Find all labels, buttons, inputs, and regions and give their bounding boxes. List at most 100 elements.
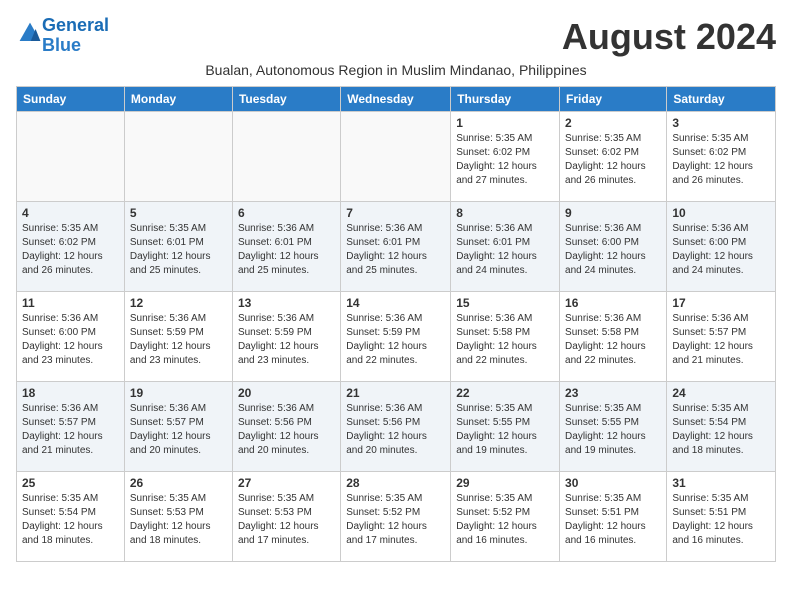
day-number: 5 [130,206,227,220]
day-info: Sunrise: 5:36 AMSunset: 5:58 PMDaylight:… [565,312,661,368]
day-info: Sunrise: 5:36 AMSunset: 6:01 PMDaylight:… [346,222,445,278]
calendar-day-31: 31 Sunrise: 5:35 AMSunset: 5:51 PMDayligh… [667,472,776,562]
day-number: 9 [565,206,661,220]
day-info: Sunrise: 5:35 AMSunset: 5:54 PMDaylight:… [672,402,770,458]
day-number: 31 [672,476,770,490]
day-info: Sunrise: 5:35 AMSunset: 6:02 PMDaylight:… [672,132,770,188]
day-of-week-monday: Monday [124,87,232,112]
day-info: Sunrise: 5:36 AMSunset: 6:00 PMDaylight:… [565,222,661,278]
day-number: 15 [456,296,554,310]
day-number: 22 [456,386,554,400]
calendar-day-6: 6 Sunrise: 5:36 AMSunset: 6:01 PMDaylight… [232,202,340,292]
day-of-week-wednesday: Wednesday [341,87,451,112]
calendar-day-26: 26 Sunrise: 5:35 AMSunset: 5:53 PMDayligh… [124,472,232,562]
day-info: Sunrise: 5:36 AMSunset: 6:01 PMDaylight:… [456,222,554,278]
calendar-day-29: 29Sunrise: 5:35 AMSunset: 5:52 PMDayligh… [451,472,560,562]
logo: General Blue [16,16,109,56]
day-info: Sunrise: 5:35 AMSunset: 6:02 PMDaylight:… [456,132,554,188]
calendar-day-18: 18 Sunrise: 5:36 AMSunset: 5:57 PMDayligh… [17,382,125,472]
calendar-day-empty [232,112,340,202]
page-header: General Blue August 2024 [16,16,776,58]
calendar-day-24: 24Sunrise: 5:35 AMSunset: 5:54 PMDayligh… [667,382,776,472]
calendar-day-17: 17 Sunrise: 5:36 AMSunset: 5:57 PMDayligh… [667,292,776,382]
calendar-week-row: 1 Sunrise: 5:35 AMSunset: 6:02 PMDaylight… [17,112,776,202]
calendar-day-12: 12Sunrise: 5:36 AMSunset: 5:59 PMDayligh… [124,292,232,382]
day-number: 21 [346,386,445,400]
day-info: Sunrise: 5:36 AMSunset: 5:56 PMDaylight:… [238,402,335,458]
day-info: Sunrise: 5:35 AMSunset: 5:51 PMDaylight:… [672,492,770,548]
month-title: August 2024 [562,16,776,58]
day-info: Sunrise: 5:35 AMSunset: 5:54 PMDaylight:… [22,492,119,548]
calendar-week-row: 25 Sunrise: 5:35 AMSunset: 5:54 PMDayligh… [17,472,776,562]
calendar-day-23: 23 Sunrise: 5:35 AMSunset: 5:55 PMDayligh… [560,382,667,472]
calendar-day-15: 15 Sunrise: 5:36 AMSunset: 5:58 PMDayligh… [451,292,560,382]
day-number: 27 [238,476,335,490]
day-number: 28 [346,476,445,490]
day-info: Sunrise: 5:35 AMSunset: 5:55 PMDaylight:… [565,402,661,458]
day-info: Sunrise: 5:36 AMSunset: 5:56 PMDaylight:… [346,402,445,458]
day-info: Sunrise: 5:36 AMSunset: 5:59 PMDaylight:… [346,312,445,368]
calendar-day-13: 13 Sunrise: 5:36 AMSunset: 5:59 PMDayligh… [232,292,340,382]
day-info: Sunrise: 5:35 AMSunset: 5:52 PMDaylight:… [346,492,445,548]
day-number: 8 [456,206,554,220]
calendar-day-19: 19Sunrise: 5:36 AMSunset: 5:57 PMDayligh… [124,382,232,472]
day-number: 17 [672,296,770,310]
calendar-day-9: 9 Sunrise: 5:36 AMSunset: 6:00 PMDaylight… [560,202,667,292]
day-number: 23 [565,386,661,400]
calendar-day-empty [124,112,232,202]
calendar-day-20: 20Sunrise: 5:36 AMSunset: 5:56 PMDayligh… [232,382,340,472]
calendar-day-7: 7Sunrise: 5:36 AMSunset: 6:01 PMDaylight… [341,202,451,292]
logo-icon [18,21,42,45]
subtitle: Bualan, Autonomous Region in Muslim Mind… [16,62,776,78]
calendar-week-row: 18 Sunrise: 5:36 AMSunset: 5:57 PMDayligh… [17,382,776,472]
day-info: Sunrise: 5:35 AMSunset: 6:02 PMDaylight:… [22,222,119,278]
day-info: Sunrise: 5:35 AMSunset: 5:51 PMDaylight:… [565,492,661,548]
calendar-day-10: 10 Sunrise: 5:36 AMSunset: 6:00 PMDayligh… [667,202,776,292]
day-info: Sunrise: 5:35 AMSunset: 6:01 PMDaylight:… [130,222,227,278]
calendar: SundayMondayTuesdayWednesdayThursdayFrid… [16,86,776,562]
day-number: 16 [565,296,661,310]
calendar-day-4: 4Sunrise: 5:35 AMSunset: 6:02 PMDaylight… [17,202,125,292]
day-info: Sunrise: 5:35 AMSunset: 5:53 PMDaylight:… [130,492,227,548]
calendar-header-row: SundayMondayTuesdayWednesdayThursdayFrid… [17,87,776,112]
day-info: Sunrise: 5:36 AMSunset: 5:58 PMDaylight:… [456,312,554,368]
day-number: 10 [672,206,770,220]
day-number: 1 [456,116,554,130]
day-number: 26 [130,476,227,490]
calendar-day-5: 5 Sunrise: 5:35 AMSunset: 6:01 PMDaylight… [124,202,232,292]
day-of-week-thursday: Thursday [451,87,560,112]
day-number: 13 [238,296,335,310]
calendar-day-25: 25 Sunrise: 5:35 AMSunset: 5:54 PMDayligh… [17,472,125,562]
calendar-day-empty [17,112,125,202]
day-info: Sunrise: 5:36 AMSunset: 5:59 PMDaylight:… [238,312,335,368]
day-info: Sunrise: 5:35 AMSunset: 5:55 PMDaylight:… [456,402,554,458]
day-number: 6 [238,206,335,220]
day-number: 18 [22,386,119,400]
calendar-day-empty [341,112,451,202]
day-info: Sunrise: 5:35 AMSunset: 6:02 PMDaylight:… [565,132,661,188]
calendar-day-1: 1 Sunrise: 5:35 AMSunset: 6:02 PMDaylight… [451,112,560,202]
calendar-day-11: 11Sunrise: 5:36 AMSunset: 6:00 PMDayligh… [17,292,125,382]
calendar-day-14: 14 Sunrise: 5:36 AMSunset: 5:59 PMDayligh… [341,292,451,382]
calendar-day-27: 27 Sunrise: 5:35 AMSunset: 5:53 PMDayligh… [232,472,340,562]
day-number: 2 [565,116,661,130]
day-info: Sunrise: 5:36 AMSunset: 6:00 PMDaylight:… [672,222,770,278]
day-number: 3 [672,116,770,130]
day-of-week-saturday: Saturday [667,87,776,112]
calendar-week-row: 4Sunrise: 5:35 AMSunset: 6:02 PMDaylight… [17,202,776,292]
day-number: 14 [346,296,445,310]
day-info: Sunrise: 5:35 AMSunset: 5:53 PMDaylight:… [238,492,335,548]
day-info: Sunrise: 5:36 AMSunset: 5:57 PMDaylight:… [22,402,119,458]
calendar-day-8: 8 Sunrise: 5:36 AMSunset: 6:01 PMDaylight… [451,202,560,292]
calendar-day-3: 3 Sunrise: 5:35 AMSunset: 6:02 PMDaylight… [667,112,776,202]
day-number: 11 [22,296,119,310]
day-info: Sunrise: 5:36 AMSunset: 5:57 PMDaylight:… [672,312,770,368]
day-number: 29 [456,476,554,490]
calendar-day-28: 28 Sunrise: 5:35 AMSunset: 5:52 PMDayligh… [341,472,451,562]
day-info: Sunrise: 5:36 AMSunset: 5:57 PMDaylight:… [130,402,227,458]
day-of-week-sunday: Sunday [17,87,125,112]
day-number: 25 [22,476,119,490]
day-number: 30 [565,476,661,490]
day-of-week-tuesday: Tuesday [232,87,340,112]
day-info: Sunrise: 5:36 AMSunset: 6:01 PMDaylight:… [238,222,335,278]
